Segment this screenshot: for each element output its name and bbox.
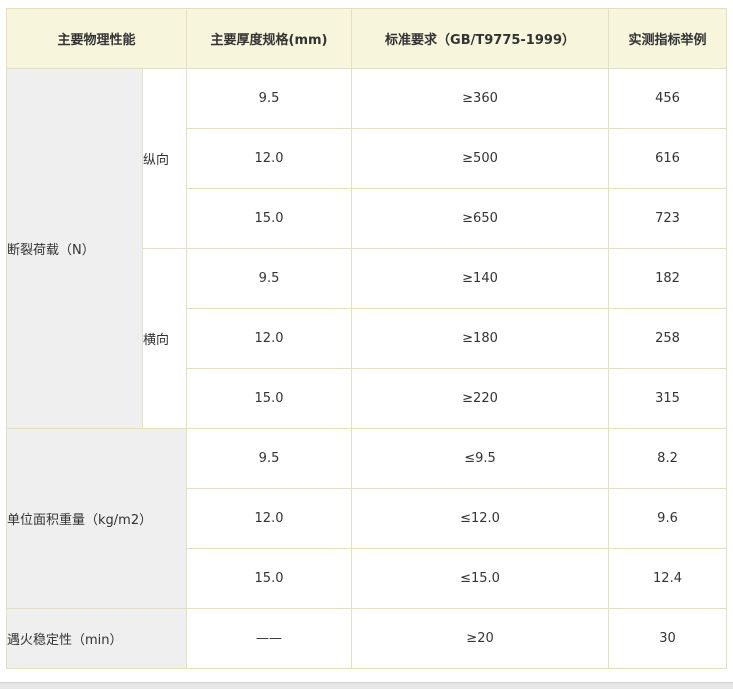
thickness-cell: 9.5 [186, 68, 353, 129]
measured-cell: 456 [608, 68, 728, 129]
transverse-label: 横向 [141, 248, 188, 429]
table-row: 断裂荷载（N） 纵向 9.5 ≥360 456 [6, 68, 728, 429]
standard-cell: ≤15.0 [351, 548, 610, 609]
standard-cell: ≥650 [351, 188, 610, 249]
table-row: 遇火稳定性（min） —— ≥20 30 [5, 608, 728, 669]
longitudinal-label: 纵向 [141, 68, 188, 249]
measured-cell: 723 [608, 188, 728, 249]
thickness-cell: 12.0 [186, 308, 353, 369]
thickness-cell: 9.5 [186, 428, 353, 489]
measured-cell: 616 [608, 128, 728, 189]
measured-cell: 8.2 [608, 428, 728, 489]
measured-cell: 30 [608, 608, 728, 669]
measured-cell: 182 [608, 248, 728, 309]
header-measured: 实测指标举例 [608, 8, 728, 69]
standard-cell: ≥20 [351, 608, 610, 669]
table-row: 单位面积重量（kg/m2） 9.5 ≤9.5 8.2 [5, 428, 728, 609]
standard-cell: ≥500 [351, 128, 610, 189]
thickness-cell: 15.0 [186, 188, 353, 249]
header-property: 主要物理性能 [5, 8, 188, 69]
fire-stability-label: 遇火稳定性（min） [5, 608, 188, 669]
standard-cell: ≥140 [351, 248, 610, 309]
measured-cell: 315 [608, 368, 728, 429]
breaking-load-label: 断裂荷载（N） [6, 68, 143, 429]
thickness-cell: 12.0 [186, 128, 353, 189]
standard-cell: ≥360 [351, 68, 610, 129]
header-row: 主要物理性能 主要厚度规格(mm) 标准要求（GB/T9775-1999） 实测… [5, 8, 728, 69]
area-weight-label: 单位面积重量（kg/m2） [5, 428, 188, 609]
thickness-cell: 15.0 [186, 548, 353, 609]
thickness-cell: 12.0 [186, 488, 353, 549]
standard-cell: ≥220 [351, 368, 610, 429]
standard-cell: ≤9.5 [351, 428, 610, 489]
thickness-cell: 9.5 [186, 248, 353, 309]
measured-cell: 9.6 [608, 488, 728, 549]
measured-cell: 258 [608, 308, 728, 369]
header-standard: 标准要求（GB/T9775-1999） [351, 8, 610, 69]
standard-cell: ≥180 [351, 308, 610, 369]
thickness-cell: 15.0 [186, 368, 353, 429]
thickness-cell: —— [186, 608, 353, 669]
measured-cell: 12.4 [608, 548, 728, 609]
header-thickness: 主要厚度规格(mm) [186, 8, 353, 69]
standard-cell: ≤12.0 [351, 488, 610, 549]
properties-table: 主要物理性能 主要厚度规格(mm) 标准要求（GB/T9775-1999） 实测… [5, 8, 728, 669]
